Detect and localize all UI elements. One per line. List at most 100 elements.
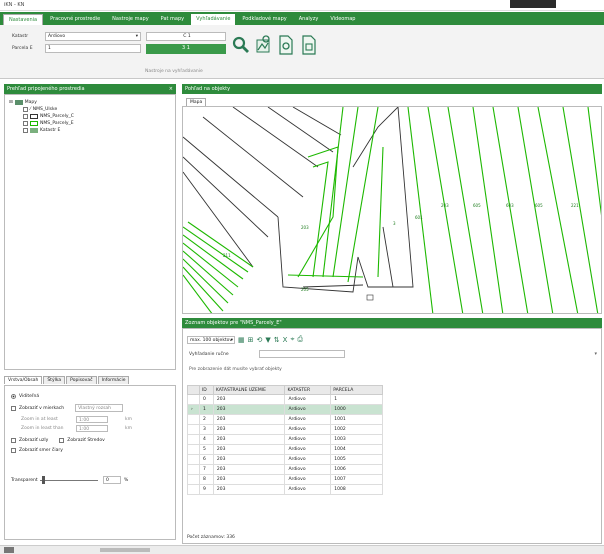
- refresh-icon[interactable]: ⟲: [257, 336, 263, 344]
- cell-kataster: Ardiovo: [284, 484, 332, 495]
- cell-id: 6: [198, 454, 214, 465]
- tab-podkladove-mapy[interactable]: Podkladové mapy: [237, 14, 291, 25]
- zoom-out-label: Zoom in least than: [21, 425, 64, 431]
- row-marker: [187, 464, 200, 475]
- mierka-checkbox[interactable]: [11, 405, 16, 411]
- cell-parcela: 1006: [330, 464, 383, 475]
- katastr-select-value: Ardiovo: [48, 34, 66, 39]
- viditelnost-option[interactable]: Viditeľná: [11, 392, 171, 400]
- status-icon: [4, 547, 14, 553]
- tree-item-nms-parcely-e[interactable]: NMS_Parcely_E: [9, 120, 74, 127]
- table-row[interactable]: 6 203 Ardiovo 1005: [187, 454, 383, 465]
- col-id[interactable]: ID: [198, 385, 214, 395]
- window-controls[interactable]: [510, 0, 556, 8]
- search-input[interactable]: [259, 350, 345, 358]
- layer-checkbox[interactable]: [23, 114, 28, 119]
- search-icon[interactable]: [232, 35, 250, 57]
- col-cislo[interactable]: KATASTRALNE UZEMIE: [212, 385, 286, 395]
- transparent-slider[interactable]: [40, 476, 100, 484]
- result-field-2[interactable]: 3 1: [146, 44, 226, 54]
- locate-icon[interactable]: ⌖: [290, 335, 294, 344]
- tab-informacie[interactable]: Informácie: [97, 376, 130, 384]
- uzly-checkbox[interactable]: [11, 437, 16, 443]
- table-row[interactable]: 9 203 Ardiovo 1008: [187, 484, 383, 495]
- col-kataster[interactable]: KATASTER: [284, 385, 332, 395]
- cell-kataster: Ardiovo: [284, 404, 332, 415]
- grid-icon[interactable]: ⊞: [248, 336, 254, 344]
- stredy-checkbox[interactable]: [59, 437, 65, 443]
- excel-icon[interactable]: X: [283, 336, 288, 344]
- map-search-icon[interactable]: [254, 34, 272, 56]
- table-row[interactable]: 7 203 Ardiovo 1006: [187, 464, 383, 475]
- tab-pracovne-prostredie[interactable]: Pracovné prostredie: [45, 14, 105, 25]
- viditelnost-radio[interactable]: [11, 393, 16, 399]
- tree-item-nms-ulske[interactable]: ⁄ NMS_Ulske: [9, 106, 74, 113]
- tab-popisovac[interactable]: Popisovač: [66, 376, 97, 384]
- tree-item-nms-parcely-c[interactable]: NMS_Parcely_C: [9, 113, 74, 120]
- max-objects-value: max. 100 objektov: [190, 337, 233, 343]
- tab-mapa[interactable]: Mapa: [186, 98, 207, 106]
- tree-item-label: Katastr E: [40, 128, 61, 133]
- layer-checkbox[interactable]: [23, 121, 28, 126]
- parcel-label: 221: [571, 203, 579, 208]
- smer-checkbox[interactable]: [11, 447, 16, 453]
- mierka-option[interactable]: Zobraziť v mierkach Vlastný rozsah: [11, 404, 171, 412]
- document-search-icon[interactable]: [277, 34, 295, 56]
- close-icon[interactable]: ×: [169, 84, 173, 94]
- chevron-down-icon[interactable]: ▾: [594, 351, 597, 357]
- expand-icon[interactable]: ⊟: [9, 100, 13, 105]
- result-field-1[interactable]: C 1: [146, 32, 226, 41]
- transparent-input[interactable]: 0: [103, 476, 121, 484]
- mierka-select[interactable]: Vlastný rozsah: [75, 404, 124, 412]
- table-row[interactable]: 2 203 Ardiovo 1001: [187, 414, 383, 425]
- ribbon-panel: Katastr Ardiovo ▾ Parcela E 1 C 1 3 1 Na…: [0, 25, 604, 79]
- row-marker: [187, 424, 200, 435]
- table-row[interactable]: 3 203 Ardiovo 1002: [187, 424, 383, 435]
- table-row-selected[interactable]: › 1 203 Ardiovo 1000: [187, 404, 383, 415]
- map-canvas[interactable]: 203 205 3 601 203 605 603 605 221 211: [182, 106, 602, 314]
- layer-checkbox[interactable]: [23, 107, 28, 112]
- viditelnost-label: Viditeľná: [19, 393, 40, 399]
- table-row[interactable]: 4 203 Ardiovo 1003: [187, 434, 383, 445]
- tab-pat-mapy[interactable]: Pat mapy: [156, 14, 189, 25]
- cell-kataster: Ardiovo: [284, 464, 332, 475]
- parcela-input[interactable]: 1: [45, 44, 141, 53]
- layer-checkbox[interactable]: [23, 128, 28, 133]
- katastr-select[interactable]: Ardiovo ▾: [45, 32, 141, 41]
- tab-videomap[interactable]: Videomap: [325, 14, 360, 25]
- document-icon[interactable]: [300, 34, 318, 56]
- cell-parcela: 1007: [330, 474, 383, 485]
- tab-vyhladavanie[interactable]: Vyhľadávanie: [191, 14, 236, 25]
- table-row[interactable]: 8 203 Ardiovo 1007: [187, 474, 383, 485]
- col-parcela[interactable]: PARCELA: [330, 385, 383, 395]
- map-drawing: 203 205 3 601 203 605 603 605 221 211: [183, 107, 601, 313]
- zoom-in-row: Zoom in at least 1:00 km: [11, 415, 171, 423]
- zoom-out-input[interactable]: 1:00: [76, 424, 108, 432]
- tab-analyzy[interactable]: Analyzy: [294, 14, 324, 25]
- filter-icon[interactable]: ▼: [265, 336, 270, 344]
- smer-label: Zobraziť smer čiary: [19, 447, 63, 453]
- ribbon-group-label: Nastroje na vyhľadávanie: [145, 69, 203, 74]
- zoom-in-input[interactable]: 1:00: [76, 415, 108, 423]
- props-panel: Viditeľná Zobraziť v mierkach Vlastný ro…: [4, 385, 176, 540]
- tab-nastavenia[interactable]: Nastavenia: [3, 14, 44, 25]
- tab-nastroje-mapy[interactable]: Nastroje mapy: [107, 14, 154, 25]
- print-icon[interactable]: ⎙: [297, 335, 303, 344]
- tree-item-mapy[interactable]: ⊟ Mapy: [9, 99, 74, 106]
- tab-vrstva[interactable]: Vrstva/Obsah: [4, 376, 43, 384]
- parcel-label: 605: [473, 203, 481, 208]
- max-objects-select[interactable]: max. 100 objektov ▾: [187, 335, 235, 344]
- table-row[interactable]: 0 203 Ardiovo 1: [187, 394, 383, 405]
- parcela-label: Parcela E: [12, 46, 33, 51]
- sort-icon[interactable]: ⇅: [274, 336, 280, 344]
- object-table: ID KATASTRALNE UZEMIE KATASTER PARCELA 0…: [187, 385, 383, 495]
- tab-stylka[interactable]: Štýlka: [43, 376, 66, 384]
- slider-handle[interactable]: [42, 476, 45, 484]
- cell-id: 3: [198, 424, 214, 435]
- select-icon[interactable]: ▦: [238, 336, 245, 344]
- tree-item-katastr-e[interactable]: Katastr E: [9, 127, 74, 134]
- cell-parcela: 1003: [330, 434, 383, 445]
- transparent-label: Transparent: [11, 477, 38, 483]
- table-row[interactable]: 5 203 Ardiovo 1004: [187, 444, 383, 455]
- object-list-title: Zoznam objektov pre "NMS_Parcely_E": [185, 320, 282, 326]
